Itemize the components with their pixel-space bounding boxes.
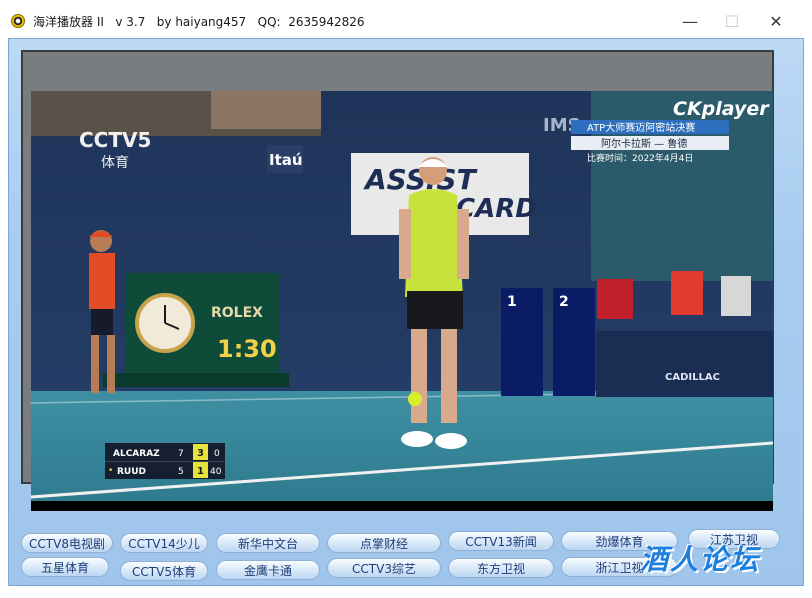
- channel-button-cctv13[interactable]: CCTV13新闻: [448, 531, 554, 551]
- score-games: 1: [197, 466, 204, 477]
- title-bar: 海洋播放器 II v 3.7 by haiyang457 QQ: 2635942…: [0, 0, 812, 38]
- court-marker-1: 1: [507, 294, 517, 310]
- channel-button-jinying[interactable]: 金鹰卡通: [216, 560, 320, 580]
- close-icon: ✕: [769, 11, 783, 31]
- ckplayer-brand: CKplayer: [673, 98, 770, 120]
- minimize-icon: —: [682, 11, 698, 31]
- score-points: 0: [214, 449, 220, 459]
- channel-button-cctv14[interactable]: CCTV14少儿: [120, 533, 208, 553]
- channel-button-xinhua[interactable]: 新华中文台: [216, 533, 320, 553]
- match-players: 阿尔卡拉斯 — 鲁德: [601, 137, 687, 150]
- match-title: ATP大师赛迈阿密站决赛: [587, 121, 695, 134]
- channel-button-wuxing[interactable]: 五星体育: [21, 557, 109, 577]
- video-player[interactable]: ASSIST CARD Itaú ROLEX 1:30 1 2 CADILLAC…: [31, 91, 773, 511]
- match-date: 比赛时间：2022年4月4日: [587, 152, 693, 164]
- maximize-button[interactable]: ☐: [714, 8, 750, 34]
- rolex-label: ROLEX: [211, 305, 263, 321]
- score-sets: 7: [178, 449, 184, 459]
- forum-watermark: 酒人论坛: [640, 543, 761, 576]
- window-title: 海洋播放器 II v 3.7 by haiyang457 QQ: 2635942…: [33, 15, 365, 29]
- cadillac-label: CADILLAC: [665, 372, 720, 383]
- video-frame: ASSIST CARD Itaú ROLEX 1:30 1 2 CADILLAC…: [31, 91, 773, 511]
- channel-button-dongfang[interactable]: 东方卫视: [448, 558, 554, 578]
- close-button[interactable]: ✕: [758, 8, 794, 34]
- channel-logo-sub: 体育: [101, 155, 129, 171]
- channel-button-cctv5[interactable]: CCTV5体育: [120, 561, 208, 581]
- channel-logo-text: CCTV5: [79, 128, 151, 152]
- channel-button-cctv3[interactable]: CCTV3综艺: [327, 558, 441, 578]
- channel-button-dianzhang[interactable]: 点掌财经: [327, 533, 441, 553]
- score-games: 3: [197, 448, 204, 459]
- app-icon: [11, 14, 25, 28]
- court-marker-2: 2: [559, 294, 569, 310]
- channel-button-cctv8[interactable]: CCTV8电视剧: [21, 533, 113, 553]
- score-player-name: ALCARAZ: [113, 449, 160, 459]
- score-player-name: RUUD: [117, 467, 146, 477]
- score-sets: 5: [178, 467, 184, 477]
- serving-indicator: •: [108, 466, 113, 476]
- maximize-icon: ☐: [724, 11, 740, 31]
- sponsor-itau: Itaú: [269, 151, 303, 169]
- scoreboard: ALCARAZ 7 3 0 • RUUD 5 1 40: [105, 443, 225, 479]
- score-points: 40: [210, 467, 222, 477]
- minimize-button[interactable]: —: [672, 8, 708, 34]
- cadillac-board: [596, 331, 773, 397]
- rolex-timer: 1:30: [217, 335, 277, 363]
